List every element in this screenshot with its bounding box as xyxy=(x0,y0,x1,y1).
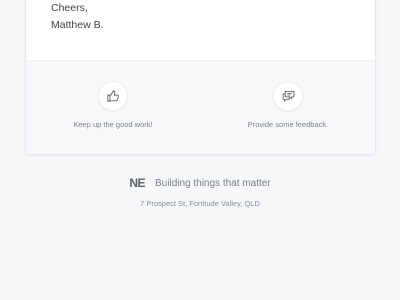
feedback-actions: Keep up the good work! Provide some feed… xyxy=(26,60,375,154)
feedback-action[interactable]: Provide some feedback. xyxy=(213,81,363,129)
signoff-name: Matthew B. xyxy=(51,19,104,31)
signoff-greeting: Cheers, xyxy=(51,2,88,14)
good-work-label[interactable]: Keep up the good work! xyxy=(38,120,188,129)
email-signoff: Cheers, Matthew B. xyxy=(51,0,104,34)
brand-row: NE Building things that matter xyxy=(0,176,400,190)
company-logo: NE xyxy=(129,176,146,190)
thumbs-up-button[interactable] xyxy=(98,81,128,111)
feedback-button[interactable] xyxy=(273,81,303,111)
feedback-label[interactable]: Provide some feedback. xyxy=(213,120,363,129)
good-work-action[interactable]: Keep up the good work! xyxy=(38,81,188,129)
company-address: 7 Prospect St, Fortitude Valley, QLD xyxy=(140,199,260,208)
email-card: Cheers, Matthew B. Keep up the good work… xyxy=(25,0,376,155)
thumbs-up-icon xyxy=(107,90,119,102)
chat-bubbles-icon xyxy=(282,90,294,102)
company-tagline: Building things that matter xyxy=(155,177,271,189)
